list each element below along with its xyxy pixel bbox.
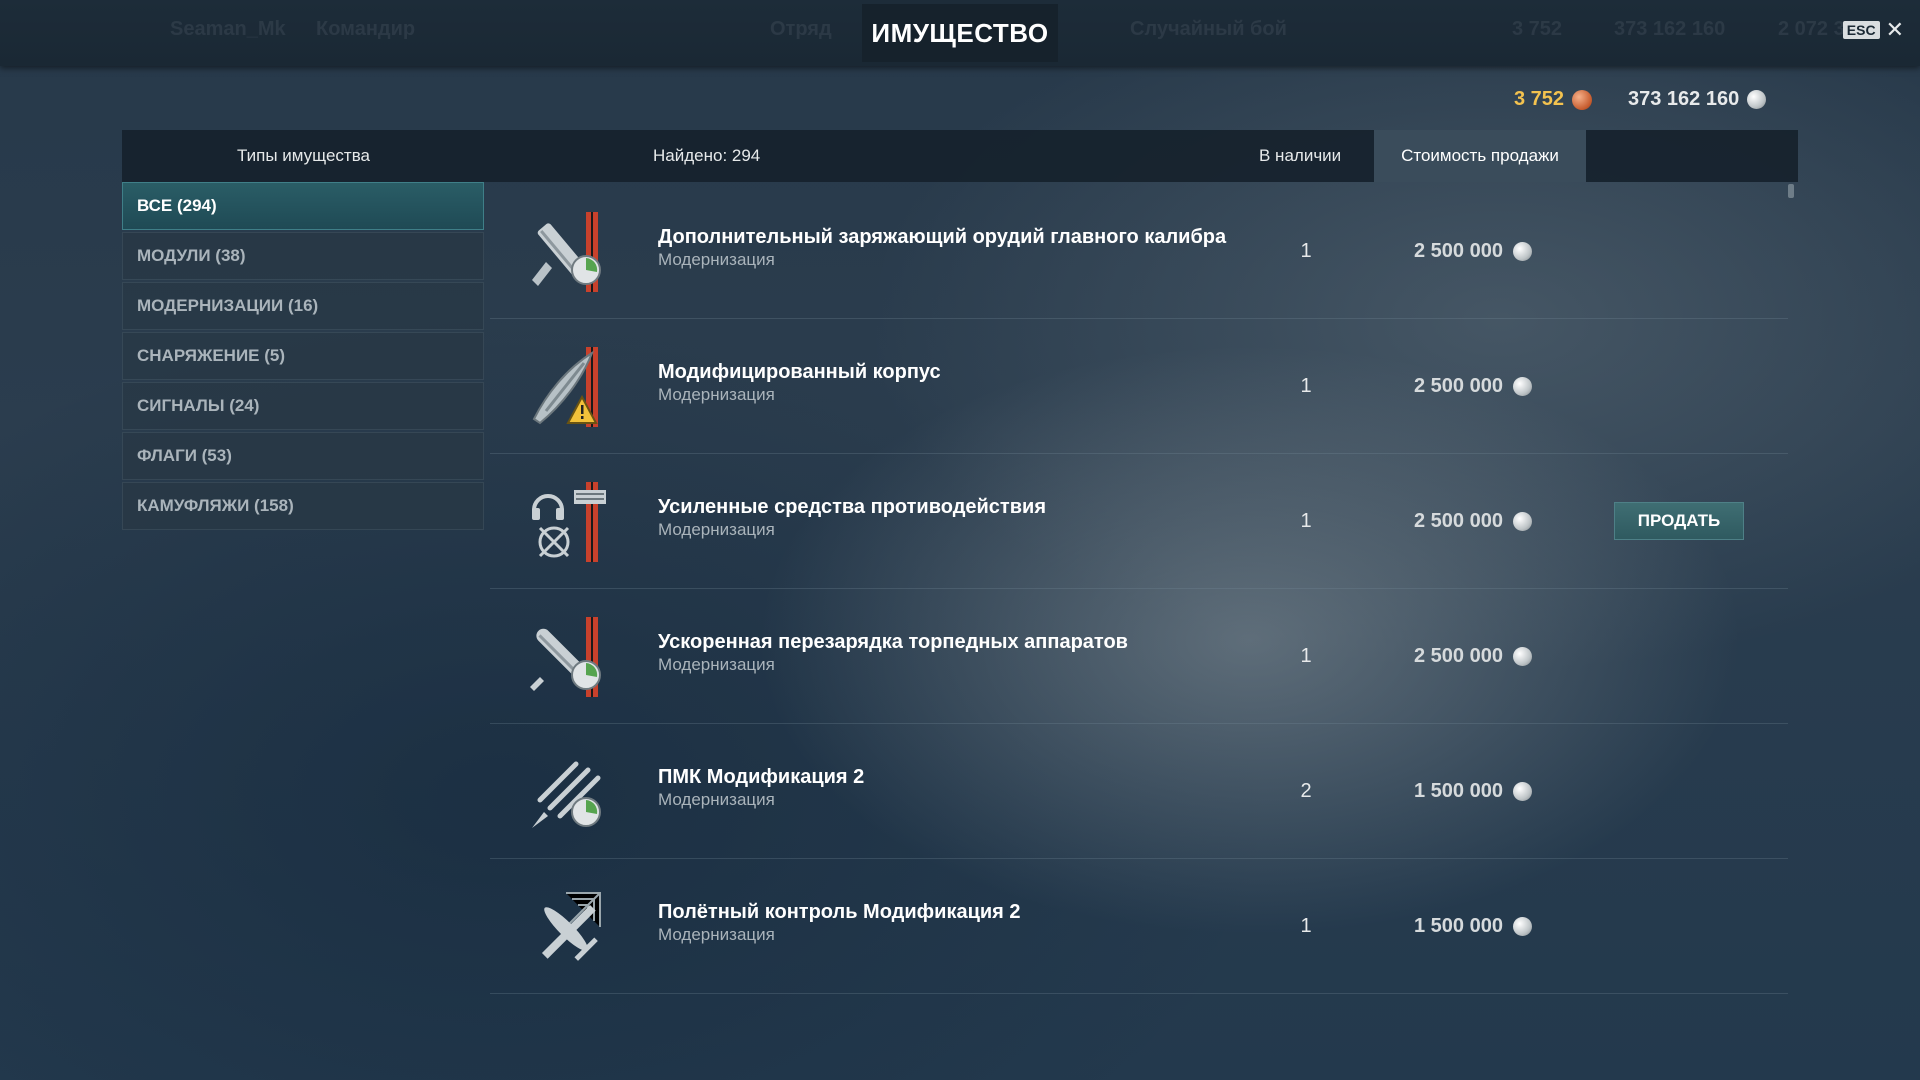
countermeasures-icon: [532, 482, 606, 562]
bg-commander: Командир: [316, 18, 416, 40]
item-quantity: 1: [1300, 240, 1312, 262]
item-quantity: 1: [1300, 510, 1312, 532]
found-count: Найдено: 294: [653, 146, 761, 165]
bg-free-xp: 2 072 3: [1778, 18, 1845, 40]
list-item[interactable]: Полётный контроль Модификация 2 Модерниз…: [490, 859, 1788, 994]
bg-credits: 373 162 160: [1614, 18, 1726, 40]
flight-control-icon: [541, 892, 601, 961]
item-price: 1 500 000: [1414, 780, 1532, 803]
secondary-battery-icon: [532, 761, 601, 828]
price-value: 1 500 000: [1414, 915, 1503, 937]
item-type: Модернизация: [658, 250, 775, 269]
credits-value: 373 162 160: [1628, 88, 1740, 110]
esc-key-badge: ESC: [1842, 21, 1880, 39]
item-price: 2 500 000: [1414, 240, 1532, 263]
item-type: Модернизация: [658, 655, 775, 674]
doubloons-balance: 3 752: [1514, 88, 1593, 111]
price-value: 2 500 000: [1414, 240, 1503, 262]
bg-battle-mode: Случайный бой: [1130, 18, 1287, 40]
item-type: Модернизация: [658, 790, 775, 809]
sell-button[interactable]: ПРОДАТЬ: [1614, 502, 1744, 540]
page-title: ИМУЩЕСТВО: [862, 4, 1058, 62]
item-quantity: 2: [1300, 780, 1312, 802]
category-flags[interactable]: ФЛАГИ (53): [122, 432, 484, 480]
top-bar: Seaman_Mk Командир Отряд Случайный бой 3…: [0, 0, 1920, 66]
doubloons-value: 3 752: [1514, 88, 1565, 110]
item-name: Усиленные средства противодействия: [658, 496, 1046, 518]
credits-icon: [1512, 782, 1532, 801]
price-value: 1 500 000: [1414, 780, 1503, 802]
list-item[interactable]: Модифицированный корпус Модернизация 1 2…: [490, 319, 1788, 454]
item-price: 2 500 000: [1414, 645, 1532, 668]
inventory-panel: Типы имущества Найдено: 294 В наличии Ст…: [122, 130, 1798, 1080]
doubloon-icon: [1572, 89, 1593, 110]
category-camouflages[interactable]: КАМУФЛЯЖИ (158): [122, 482, 484, 530]
torpedo-reload-icon: [530, 617, 601, 697]
list-item[interactable]: Усиленные средства противодействия Модер…: [490, 454, 1788, 589]
item-type: Модернизация: [658, 925, 775, 944]
item-price: 2 500 000: [1414, 375, 1532, 398]
item-name: Модифицированный корпус: [658, 361, 941, 383]
list-header: Типы имущества Найдено: 294 В наличии Ст…: [122, 130, 1798, 182]
close-button[interactable]: ESC ✕: [1842, 17, 1904, 42]
list-item[interactable]: ПМК Модификация 2 Модернизация 2 1 500 0…: [490, 724, 1788, 859]
item-price: 1 500 000: [1414, 915, 1532, 938]
bg-doubloons: 3 752: [1512, 18, 1563, 40]
credits-icon: [1512, 377, 1532, 396]
sale-price-sort-header[interactable]: Стоимость продажи: [1374, 130, 1586, 182]
category-consumables[interactable]: СНАРЯЖЕНИЕ (5): [122, 332, 484, 380]
price-value: 2 500 000: [1414, 645, 1503, 667]
category-signals[interactable]: СИГНАЛЫ (24): [122, 382, 484, 430]
item-name: Ускоренная перезарядка торпедных аппарат…: [658, 631, 1128, 653]
category-modules[interactable]: МОДУЛИ (38): [122, 232, 484, 280]
in-stock-sort-header[interactable]: В наличии: [1259, 146, 1341, 166]
modified-hull-icon: [532, 347, 598, 427]
credits-icon: [1747, 90, 1767, 109]
item-name: Дополнительный заряжающий орудий главног…: [658, 226, 1227, 248]
item-name: Полётный контроль Модификация 2: [658, 901, 1021, 923]
list-item[interactable]: Дополнительный заряжающий орудий главног…: [490, 184, 1788, 319]
close-icon: ✕: [1885, 17, 1904, 42]
bg-division: Отряд: [770, 18, 832, 40]
bg-player-name: Seaman_Mk: [170, 18, 286, 40]
credits-icon: [1512, 242, 1532, 261]
scrollbar-thumb[interactable]: [1788, 184, 1794, 198]
price-value: 2 500 000: [1414, 510, 1503, 532]
item-type: Модернизация: [658, 520, 775, 539]
credits-icon: [1512, 512, 1532, 531]
credits-balance: 373 162 160: [1628, 88, 1767, 111]
list-item[interactable]: Ускоренная перезарядка торпедных аппарат…: [490, 589, 1788, 724]
item-quantity: 1: [1300, 915, 1312, 937]
credits-icon: [1512, 647, 1532, 666]
credits-icon: [1512, 917, 1532, 936]
item-price: 2 500 000: [1414, 510, 1532, 533]
category-all[interactable]: ВСЕ (294): [122, 182, 484, 230]
item-quantity: 1: [1300, 645, 1312, 667]
item-name: ПМК Модификация 2: [658, 766, 865, 788]
price-value: 2 500 000: [1414, 375, 1503, 397]
category-sidebar: ВСЕ (294) МОДУЛИ (38) МОДЕРНИЗАЦИИ (16) …: [122, 182, 484, 532]
category-upgrades[interactable]: МОДЕРНИЗАЦИИ (16): [122, 282, 484, 330]
main-battery-loader-icon: [532, 212, 601, 292]
item-list: Дополнительный заряжающий орудий главног…: [490, 184, 1788, 994]
types-header: Типы имущества: [237, 146, 370, 165]
item-quantity: 1: [1300, 375, 1312, 397]
item-type: Модернизация: [658, 385, 775, 404]
